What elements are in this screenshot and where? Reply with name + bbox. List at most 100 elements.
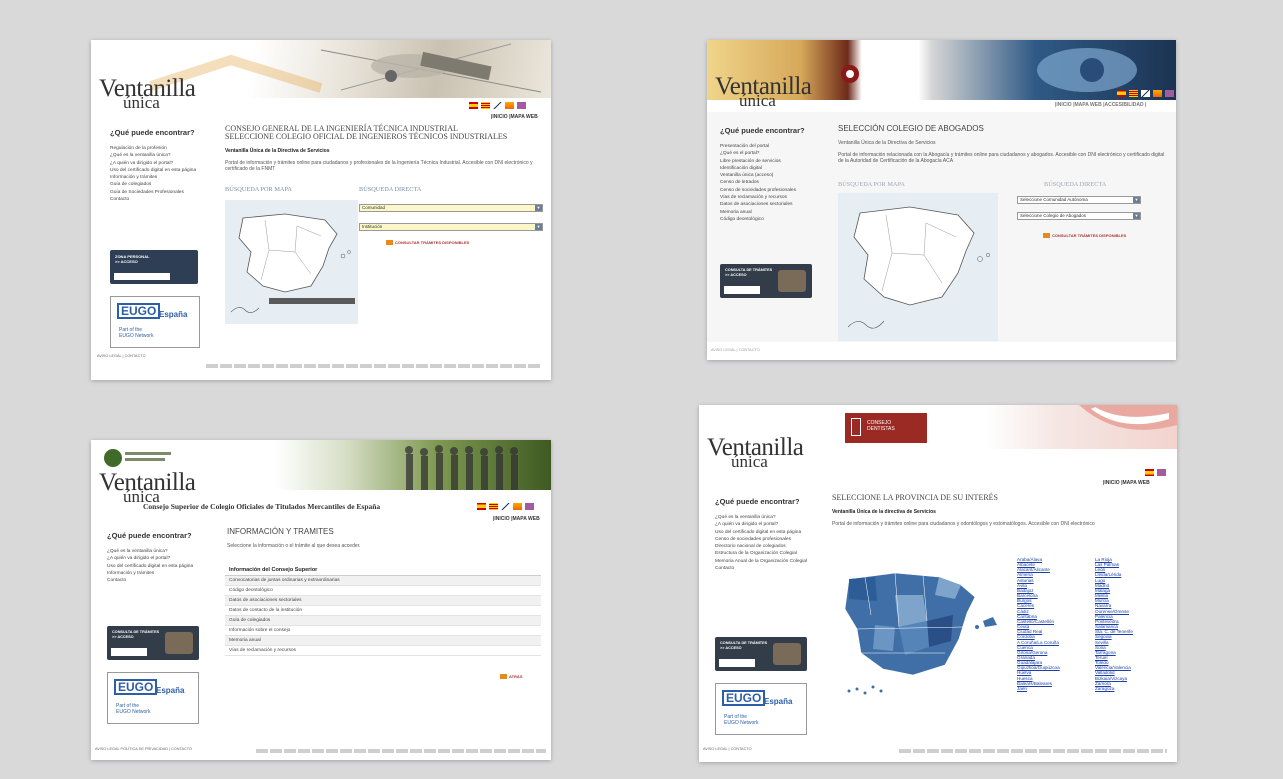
sidebar-item[interactable]: Contacto <box>715 565 807 572</box>
flag-es-icon[interactable] <box>1145 469 1154 476</box>
sidebar-item[interactable]: Memoria anual <box>720 209 805 216</box>
flag-gl-icon[interactable] <box>513 503 522 510</box>
sidebar-item[interactable]: Estructura de la Organización Colegial <box>715 550 807 557</box>
sidebar-item[interactable]: Uso del certificado digital en esta pági… <box>107 563 193 570</box>
sidebar-item[interactable]: Libre prestación de servicios <box>720 158 805 165</box>
footer-links[interactable]: AVISO LEGAL POLÍTICA DE PRIVACIDAD | CON… <box>95 747 192 751</box>
table-row[interactable]: Datos de contacto de la institución <box>225 606 541 616</box>
consult-procedures-link[interactable]: CONSULTAR TRÁMITES DISPONIBLES <box>1043 233 1126 239</box>
sidebar-item[interactable]: Información y trámites <box>110 174 196 181</box>
sidebar-item[interactable]: Vías de reclamación y recursos <box>720 194 805 201</box>
chevron-down-icon[interactable]: ▼ <box>1133 213 1140 219</box>
sidebar-item[interactable]: Guía de Sociedades Profesionales <box>110 189 196 196</box>
province-link[interactable]: Jaén <box>1017 686 1087 691</box>
footer-links[interactable]: AVISO LEGAL | CONTACTO <box>703 747 752 751</box>
flag-en-icon[interactable] <box>525 503 534 510</box>
procedures-banner[interactable]: CONSULTA DE TRÁMITES >> ACCESO <box>107 626 199 660</box>
table-row[interactable]: Información sobre el consejo <box>225 626 541 636</box>
table-row[interactable]: Memoria anual <box>225 636 541 646</box>
sidebar-item[interactable]: Directorio nacional de colegiados <box>715 543 807 550</box>
eugo-badge[interactable]: EUGO España Part of the EUGO Network <box>715 683 807 735</box>
top-nav-links[interactable]: |INICIO |MAPA WEB <box>493 516 540 522</box>
sidebar-item[interactable]: Identificación digital <box>720 165 805 172</box>
sidebar-item[interactable]: Código deontológico <box>720 216 805 223</box>
sidebar-item[interactable]: Contacto <box>107 577 193 584</box>
top-nav-links[interactable]: |INICIO |MAPA WEB <box>1103 480 1150 486</box>
flag-ca-icon[interactable] <box>489 503 498 510</box>
sidebar-item[interactable]: ¿A quién va dirigido el portal? <box>715 521 807 528</box>
spain-map[interactable] <box>838 193 998 341</box>
sidebar-item[interactable]: ¿Qué es la ventanilla única? <box>107 548 193 555</box>
chevron-down-icon[interactable]: ▼ <box>535 205 542 211</box>
chevron-down-icon[interactable]: ▼ <box>1133 197 1140 203</box>
table-row[interactable]: Vías de reclamación y recursos <box>225 646 541 656</box>
main-content: SELECCIÓN COLEGIO DE ABOGADOS Ventanilla… <box>838 125 1168 165</box>
personal-zone-banner[interactable]: ZONA PERSONAL >> ACCESO <box>110 250 198 284</box>
site-logo[interactable]: Ventanilla única <box>99 470 196 505</box>
top-nav-links[interactable]: |INICIO |MAPA WEB <box>491 114 538 120</box>
sidebar-item[interactable]: ¿Qué es el portal? <box>720 150 805 157</box>
sidebar-item[interactable]: ¿A quién va dirigido el portal? <box>107 555 193 562</box>
flag-en-icon[interactable] <box>517 102 526 109</box>
chevron-down-icon[interactable]: ▼ <box>535 224 542 230</box>
flag-es-icon[interactable] <box>477 503 486 510</box>
flag-en-icon[interactable] <box>1165 90 1174 97</box>
procedures-banner[interactable]: CONSULTA DE TRÁMITES >> ACCESO <box>715 637 807 671</box>
eugo-logo: EUGO <box>114 679 158 695</box>
sidebar-item[interactable]: Uso del certificado digital en esta pági… <box>715 529 807 536</box>
procedures-banner[interactable]: CONSULTA DE TRÁMITES >> ACCESO <box>720 264 812 298</box>
footer-links[interactable]: AVISO LEGAL | CONTACTO <box>711 348 760 352</box>
sidebar-item[interactable]: Censo de letrados <box>720 179 805 186</box>
sidebar-item[interactable]: Regulación de la profesión <box>110 145 196 152</box>
sidebar-item[interactable]: Presentación del portal <box>720 143 805 150</box>
flag-gl-icon[interactable] <box>505 102 514 109</box>
eugo-badge[interactable]: EUGO España Part of the EUGO Network <box>110 296 200 348</box>
top-nav-links[interactable]: |INICIO |MAPA WEB |ACCESIBILIDAD | <box>1055 102 1146 108</box>
sidebar-item[interactable]: Censo de sociedades profesionales <box>720 187 805 194</box>
site-logo[interactable]: Ventanilla única <box>715 74 812 109</box>
sidebar-item[interactable]: Memoria Anual de la Organización Colegia… <box>715 558 807 565</box>
sidebar-item[interactable]: Contacto <box>110 196 196 203</box>
site-logo[interactable]: Ventanilla única <box>707 435 804 470</box>
table-row[interactable]: Datos de asociaciones sectoriales <box>225 596 541 606</box>
table-row[interactable]: Guía de colegiados <box>225 616 541 626</box>
footer-links[interactable]: AVISO LEGAL | CONTACTO <box>97 354 146 358</box>
community-select-value: Comunidad <box>362 205 386 210</box>
map-search-label: BÚSQUEDA POR MAPA <box>225 186 292 193</box>
eugo-badge[interactable]: EUGO España Part of the EUGO Network <box>107 672 199 724</box>
back-link[interactable]: ATRÁS <box>500 674 522 680</box>
spain-map[interactable] <box>225 200 358 324</box>
language-flags <box>1117 90 1174 97</box>
flag-gl-icon[interactable] <box>1153 90 1162 97</box>
sidebar-item[interactable]: ¿Qué es la ventanilla única? <box>715 514 807 521</box>
consult-procedures-link[interactable]: CONSULTAR TRÁMITES DISPONIBLES <box>386 240 469 246</box>
flag-ca-icon[interactable] <box>481 102 490 109</box>
spain-province-map[interactable] <box>835 555 1007 705</box>
flag-es-icon[interactable] <box>469 102 478 109</box>
flag-eu-icon[interactable] <box>1141 90 1150 97</box>
flag-en-icon[interactable] <box>1157 469 1166 476</box>
flag-eu-icon[interactable] <box>501 503 510 510</box>
sidebar-item[interactable]: Información y trámites <box>107 570 193 577</box>
flag-es-icon[interactable] <box>1117 90 1126 97</box>
bar-association-select[interactable]: Seleccione Colegio de Abogados ▼ <box>1017 212 1141 220</box>
sidebar-item[interactable]: Datos de asociaciones sectoriales <box>720 201 805 208</box>
sidebar-item[interactable]: ¿Qué es la ventanilla única? <box>110 152 196 159</box>
flag-eu-icon[interactable] <box>493 102 502 109</box>
province-link[interactable]: Zaragoza <box>1095 686 1171 691</box>
sidebar-item[interactable]: Guía de colegiados <box>110 181 196 188</box>
sidebar-item[interactable]: ¿A quién va dirigido el portal? <box>110 160 196 167</box>
sidebar-item[interactable]: Censo de sociedades profesionales <box>715 536 807 543</box>
community-select[interactable]: Comunidad ▼ <box>359 204 543 212</box>
intro-text: Seleccione la información o el trámite a… <box>227 543 361 549</box>
flag-ca-icon[interactable] <box>1129 90 1138 97</box>
community-select[interactable]: Seleccione Comunidad Autónoma ▼ <box>1017 196 1141 204</box>
map-search-label: BÚSQUEDA POR MAPA <box>838 181 905 188</box>
site-logo[interactable]: Ventanilla única <box>99 76 196 111</box>
institution-select[interactable]: Institución ▼ <box>359 223 543 231</box>
sidebar-item[interactable]: Ventanilla única (acceso) <box>720 172 805 179</box>
tooth-icon <box>851 418 861 436</box>
table-row[interactable]: Código deontológico <box>225 586 541 596</box>
table-row[interactable]: Convocatorias de juntas ordinarias y ext… <box>225 576 541 586</box>
sidebar-item[interactable]: Uso del certificado digital en esta pági… <box>110 167 196 174</box>
